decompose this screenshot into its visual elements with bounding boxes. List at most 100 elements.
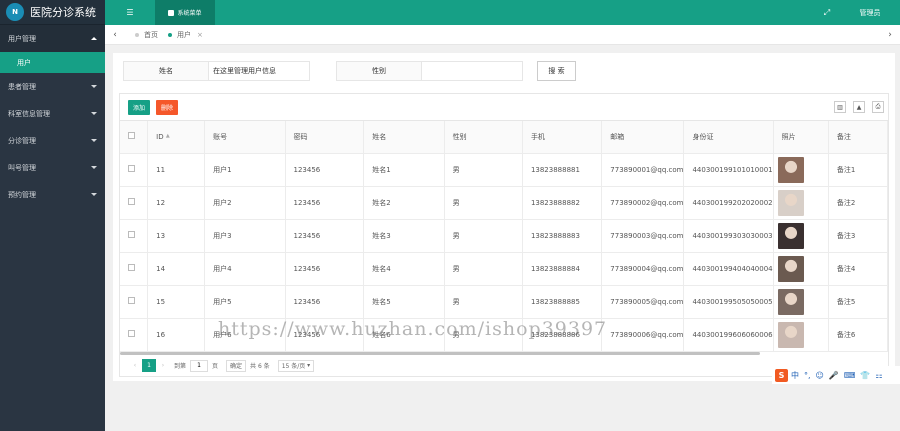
ime-keyboard-icon[interactable]: ⌨ xyxy=(844,371,856,380)
sidebar-group-departments[interactable]: 科室信息管理 xyxy=(0,100,105,127)
cell-idcard: 440300199404040004 xyxy=(683,252,774,286)
cell-password: 123456 xyxy=(285,186,365,220)
cell-name: 姓名4 xyxy=(363,252,445,286)
tab-home[interactable]: 首页 xyxy=(135,30,158,40)
sidebar-group-patients[interactable]: 患者管理 xyxy=(0,73,105,100)
cell-id: 11 xyxy=(147,153,206,187)
add-button[interactable]: 添加 xyxy=(128,99,151,115)
sidebar-group-calling[interactable]: 叫号管理 xyxy=(0,154,105,181)
row-checkbox[interactable] xyxy=(120,318,149,352)
cell-remark: 备注2 xyxy=(828,186,889,220)
cell-idcard: 440300199505050005 xyxy=(683,285,774,319)
table-row[interactable]: 11 用户1 123456 姓名1 男 13823888881 773890001@qq.c… xyxy=(120,153,889,187)
name-input[interactable] xyxy=(209,61,310,81)
ime-tools-icon[interactable]: ⚏ xyxy=(875,371,882,380)
table-row[interactable]: 16 用户6 123456 姓名6 男 13823888886 773890006@qq.c… xyxy=(120,318,889,352)
close-icon[interactable]: × xyxy=(197,31,203,39)
cell-name: 姓名6 xyxy=(363,318,445,352)
sidebar-group-triage[interactable]: 分诊管理 xyxy=(0,127,105,154)
sidebar-item-user[interactable]: 用户 xyxy=(0,52,105,73)
cell-gender: 男 xyxy=(444,219,523,253)
cell-email: 773890001@qq.com xyxy=(601,153,685,187)
sidebar-group-appointments[interactable]: 预约管理 xyxy=(0,181,105,208)
cell-phone: 13823888883 xyxy=(522,219,603,253)
chevron-left-icon[interactable]: ‹ xyxy=(105,30,125,40)
cell-phone: 13823888885 xyxy=(522,285,603,319)
tab-dot-icon xyxy=(135,32,139,37)
ime-emoji-icon[interactable]: ☺ xyxy=(816,371,824,380)
search-button[interactable]: 搜 索 xyxy=(537,61,576,81)
menu-toggle-icon[interactable]: ☰ xyxy=(105,8,155,17)
ime-voice-icon[interactable]: 🎤 xyxy=(829,371,839,380)
select-all-checkbox[interactable] xyxy=(120,121,149,154)
column-header-account: 账号 xyxy=(204,121,286,154)
cell-password: 123456 xyxy=(285,153,365,187)
cell-idcard: 440300199202020002 xyxy=(683,186,774,220)
brand: N 医院分诊系统 xyxy=(0,0,105,25)
sidebar-group-users[interactable]: 用户管理 xyxy=(0,25,105,52)
ime-lang[interactable]: 中 xyxy=(791,370,799,381)
gender-label: 性别 xyxy=(336,61,422,81)
chevron-down-icon xyxy=(91,139,97,142)
cell-account: 用户4 xyxy=(204,252,286,286)
admin-menu[interactable]: 管理员 xyxy=(840,8,900,18)
table-row[interactable]: 14 用户4 123456 姓名4 男 13823888884 773890004@qq.c… xyxy=(120,252,889,286)
cell-password: 123456 xyxy=(285,252,365,286)
export-icon[interactable]: ⎙ xyxy=(872,101,884,113)
row-checkbox[interactable] xyxy=(120,285,149,319)
print-icon[interactable]: ▲ xyxy=(853,101,865,113)
cell-email: 773890006@qq.com xyxy=(601,318,685,352)
page-number-input[interactable] xyxy=(190,359,209,372)
row-checkbox[interactable] xyxy=(120,153,149,187)
ime-logo[interactable]: S xyxy=(775,368,788,382)
column-header-email: 邮箱 xyxy=(601,121,685,154)
tab-system-menu[interactable]: 系统菜单 xyxy=(155,0,215,25)
sidebar-group-label: 患者管理 xyxy=(8,82,36,91)
table-row[interactable]: 15 用户5 123456 姓名5 男 13823888885 773890005@qq.c… xyxy=(120,285,889,319)
chevron-right-icon[interactable]: › xyxy=(880,30,900,40)
cell-id: 16 xyxy=(147,318,206,352)
column-header-password: 密码 xyxy=(285,121,365,154)
user-photo xyxy=(777,189,804,216)
cell-name: 姓名2 xyxy=(363,186,445,220)
delete-button[interactable]: 删除 xyxy=(156,99,179,115)
column-header-photo: 照片 xyxy=(773,121,829,154)
row-checkbox[interactable] xyxy=(120,186,149,220)
go-button[interactable]: 确定 xyxy=(226,359,247,372)
table-row[interactable]: 13 用户3 123456 姓名3 男 13823888883 773890003@qq.c… xyxy=(120,219,889,253)
horizontal-scrollbar[interactable] xyxy=(120,352,760,355)
sidebar-item-label: 用户 xyxy=(17,58,31,67)
cell-password: 123456 xyxy=(285,285,365,319)
user-table-container: 添加 删除 ▥ ▲ ⎙ ID ▲ 账号 密码 姓名 性别 手机 邮箱 身份证 照… xyxy=(119,93,889,377)
ime-punct-icon[interactable]: °, xyxy=(804,371,811,380)
cell-name: 姓名1 xyxy=(363,153,445,187)
name-label: 姓名 xyxy=(123,61,209,81)
table-header-row: ID ▲ 账号 密码 姓名 性别 手机 邮箱 身份证 照片 备注 xyxy=(120,121,889,154)
cell-id: 14 xyxy=(147,252,206,286)
cell-account: 用户5 xyxy=(204,285,286,319)
menu-doc-icon xyxy=(168,9,175,16)
cell-account: 用户1 xyxy=(204,153,286,187)
tab-label: 系统菜单 xyxy=(177,10,202,17)
ime-skin-icon[interactable]: 👕 xyxy=(860,371,870,380)
sidebar-group-label: 分诊管理 xyxy=(8,136,36,145)
row-checkbox[interactable] xyxy=(120,219,149,253)
next-page-button[interactable]: › xyxy=(156,362,170,369)
tab-dot-icon xyxy=(168,32,172,37)
cell-email: 773890005@qq.com xyxy=(601,285,685,319)
columns-icon[interactable]: ▥ xyxy=(834,101,846,113)
cell-remark: 备注3 xyxy=(828,219,889,253)
pagination: ‹ 1 › 到第 页 确定 共 6 条 15 条/页 ▾ xyxy=(128,359,315,372)
table-row[interactable]: 12 用户2 123456 姓名2 男 13823888882 773890002@qq.c… xyxy=(120,186,889,220)
page-size-select[interactable]: 15 条/页 ▾ xyxy=(277,359,315,372)
gender-input[interactable] xyxy=(422,61,523,81)
tab-user[interactable]: 用户 × xyxy=(168,30,203,40)
row-checkbox[interactable] xyxy=(120,252,149,286)
prev-page-button[interactable]: ‹ xyxy=(128,362,142,369)
page-1-button[interactable]: 1 xyxy=(142,359,156,372)
column-header-id[interactable]: ID ▲ xyxy=(147,121,206,154)
cell-email: 773890002@qq.com xyxy=(601,186,685,220)
sidebar-group-label: 叫号管理 xyxy=(8,163,36,172)
cell-remark: 备注1 xyxy=(828,153,889,187)
fullscreen-icon[interactable]: ⤢ xyxy=(814,8,840,18)
